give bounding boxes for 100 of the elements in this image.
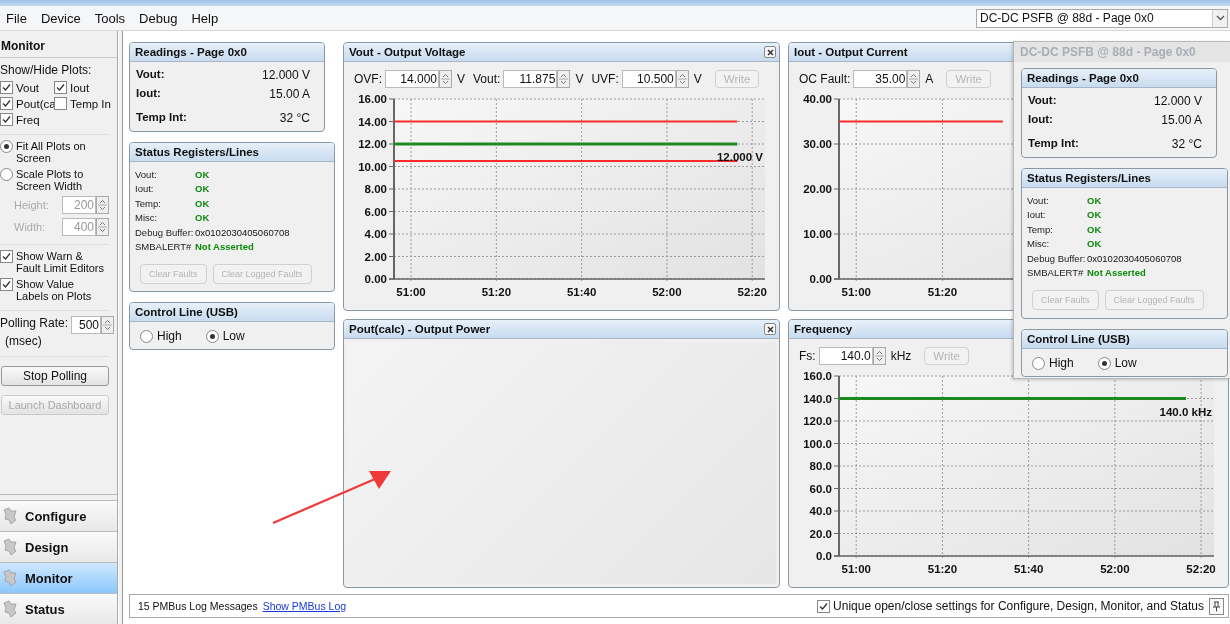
tick-label: 20.00: [803, 183, 832, 195]
register-label: SMBALERT#: [1027, 267, 1085, 279]
checkbox-label: Iout: [70, 81, 90, 94]
tick-label: 20.0: [809, 527, 832, 540]
emblem-icon: [2, 600, 18, 618]
section-label: Show/Hide Plots:: [0, 63, 93, 77]
log-count: 15 PMBus Log Messages: [138, 600, 258, 612]
radio-button[interactable]: [0, 140, 13, 153]
emblem-icon: [2, 507, 18, 525]
reading-value: 15.00 A: [1161, 113, 1202, 127]
tick-label: 160.0: [803, 370, 832, 382]
number-input[interactable]: 11.875: [503, 70, 558, 88]
nav-item[interactable]: Status: [0, 593, 117, 624]
tick-label: 51:00: [396, 286, 426, 298]
unit-label: V: [693, 72, 702, 86]
checkbox[interactable]: [0, 278, 13, 291]
unit-label: V: [575, 72, 584, 86]
menu-item[interactable]: Help: [191, 10, 219, 26]
close-button[interactable]: [764, 46, 776, 58]
menu-item[interactable]: Tools: [94, 10, 126, 26]
register-value: OK: [1087, 209, 1102, 221]
group-title: Control Line (USB): [1022, 330, 1227, 349]
menu-item[interactable]: File: [6, 10, 27, 26]
log-link[interactable]: Show PMBus Log: [262, 600, 347, 612]
value-label: 12.000 V: [716, 151, 763, 163]
radio-button[interactable]: [205, 329, 219, 343]
register-value: OK: [1087, 223, 1102, 235]
checkbox[interactable]: [0, 113, 13, 126]
radio-button[interactable]: [1097, 356, 1111, 370]
reading-label: Vout:: [1028, 94, 1057, 108]
register-value: Not Asserted: [195, 241, 254, 253]
spin-buttons[interactable]: [557, 70, 571, 88]
checkbox[interactable]: [0, 81, 13, 94]
register-label: Iout:: [1027, 209, 1047, 221]
dropdown-button[interactable]: [1212, 9, 1227, 27]
radio-button[interactable]: [140, 329, 153, 343]
checkbox[interactable]: [54, 81, 67, 94]
spin-buttons[interactable]: [101, 316, 115, 334]
option-label: Low: [1114, 356, 1137, 370]
tick-label: 40.00: [803, 93, 832, 105]
reading-label: Iout:: [1028, 113, 1053, 127]
plot-title: Vout - Output Voltage: [349, 46, 466, 58]
tick-label: 51:40: [1013, 563, 1044, 575]
reading-value: 15.00 A: [269, 87, 310, 101]
tick-label: 52:00: [652, 286, 682, 298]
spinner-arrows-icon: [97, 219, 108, 235]
tick-label: 0.0: [816, 550, 832, 562]
checkbox[interactable]: [54, 97, 67, 110]
field-label: UVF:: [591, 72, 619, 86]
number-input[interactable]: 14.000: [385, 70, 439, 88]
tick-label: 2.00: [364, 250, 387, 263]
nav-item[interactable]: Monitor: [0, 562, 117, 593]
close-button[interactable]: [764, 323, 776, 335]
radio-button[interactable]: [0, 168, 13, 181]
checkbox-label: Temp In: [70, 97, 111, 110]
menu-item[interactable]: Debug: [139, 10, 178, 26]
nav-item[interactable]: Configure: [0, 500, 117, 531]
emblem-icon: [2, 538, 18, 556]
unit-label: A: [925, 72, 934, 86]
register-value: OK: [1087, 238, 1102, 250]
register-label: Debug Buffer:: [135, 226, 195, 238]
spin-buttons[interactable]: [907, 70, 921, 88]
reading-value: 12.000 V: [261, 68, 310, 82]
pin-button[interactable]: [1209, 597, 1224, 615]
checkbox[interactable]: [0, 250, 13, 263]
reading-value: 12.000 V: [1153, 94, 1202, 108]
field-label: Fs:: [799, 349, 816, 363]
tick-label: 10.00: [803, 228, 832, 240]
number-input[interactable]: 500: [71, 316, 102, 334]
checkbox[interactable]: [817, 599, 831, 613]
reading-label: Iout:: [136, 87, 161, 101]
option-label: High: [157, 329, 182, 343]
field-label: Height:: [14, 199, 49, 211]
tick-label: 51:20: [481, 286, 512, 298]
device-dropdown[interactable]: DC-DC PSFB @ 88d - Page 0x0: [976, 8, 1228, 28]
value-label: 140.0 kHz: [1159, 405, 1212, 418]
tick-label: 52:20: [1186, 563, 1216, 575]
menu-item[interactable]: Device: [40, 10, 81, 26]
reading-label: Temp Int:: [1028, 137, 1079, 151]
unit-label: V: [457, 72, 466, 86]
reading-value: 32 °C: [1171, 137, 1202, 151]
number-input[interactable]: 10.500: [621, 70, 676, 88]
radio-button[interactable]: [1032, 356, 1045, 370]
checkbox[interactable]: [0, 97, 13, 110]
checkbox-label: Freq: [16, 113, 40, 126]
emblem-icon: [2, 569, 18, 587]
number-input[interactable]: 35.00: [853, 70, 908, 88]
sidebar-button[interactable]: Stop Polling: [1, 366, 109, 386]
number-input[interactable]: 140.0: [818, 347, 873, 365]
spin-buttons[interactable]: [439, 70, 452, 88]
spinner-arrows-icon: [908, 71, 920, 87]
unit-label: (msec): [4, 334, 43, 348]
tick-label: 80.0: [809, 460, 832, 472]
unit-label: kHz: [890, 349, 912, 363]
register-value: OK: [1087, 194, 1102, 206]
nav-item[interactable]: Design: [0, 531, 117, 562]
register-label: Misc:: [135, 212, 159, 224]
tick-label: 4.00: [364, 228, 387, 240]
plot-title: Frequency: [794, 323, 853, 335]
spinner-arrows-icon: [676, 71, 688, 87]
